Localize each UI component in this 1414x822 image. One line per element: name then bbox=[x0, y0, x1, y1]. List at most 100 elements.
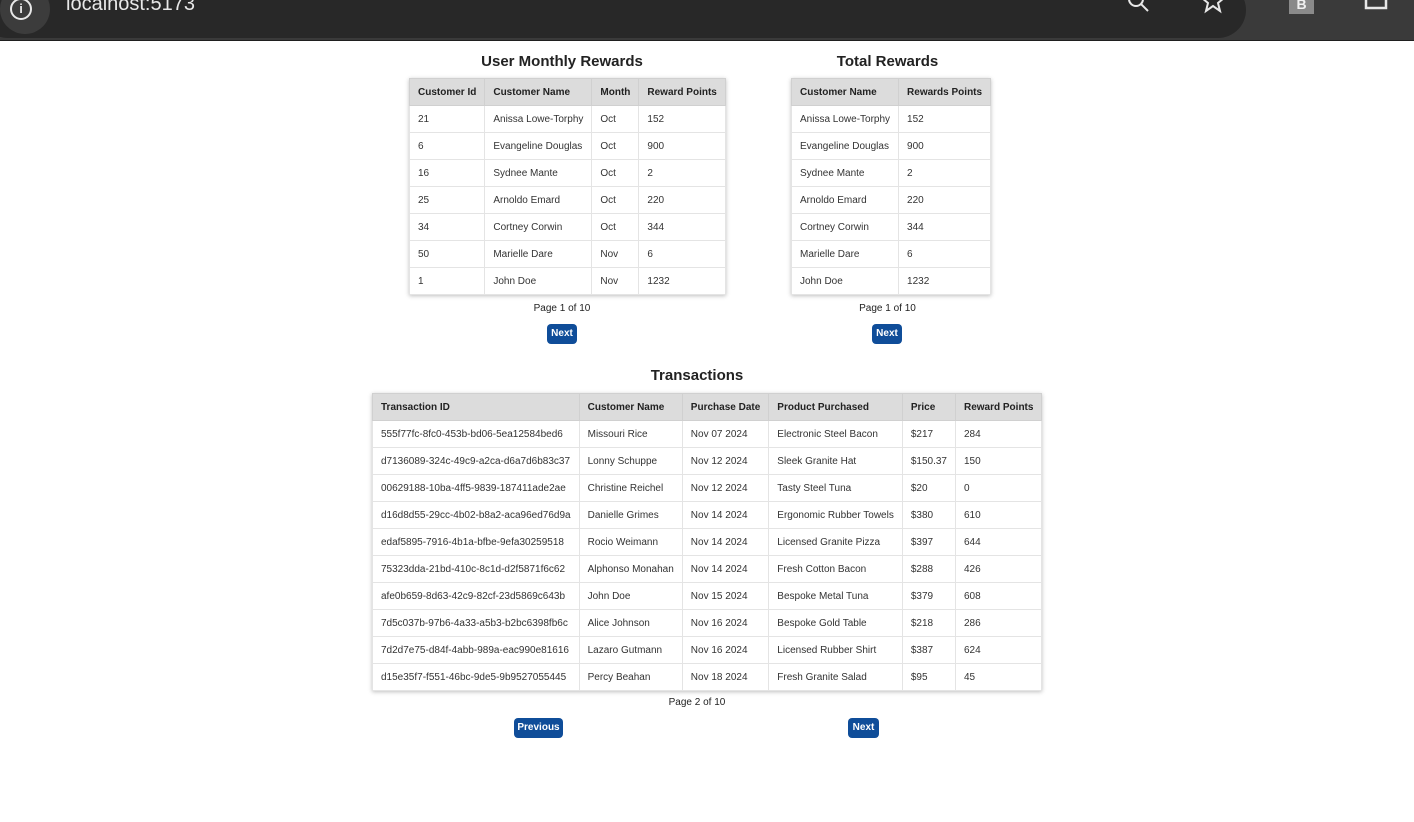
table-row: 34 Cortney Corwin Oct 344 bbox=[408, 213, 726, 241]
transactions-next-button[interactable]: Next bbox=[848, 718, 879, 738]
table-cell: 2 bbox=[638, 159, 726, 187]
profile-avatar[interactable]: B bbox=[1289, 0, 1314, 14]
monthly-rewards-table: Customer Id Customer Name Month Reward Poin… bbox=[408, 78, 726, 295]
table-cell: Oct bbox=[591, 213, 640, 241]
table-cell: 426 bbox=[954, 555, 1043, 583]
table-row: 50 Marielle Dare Nov 6 bbox=[408, 240, 726, 268]
table-cell: Nov 14 2024 bbox=[681, 555, 770, 583]
table-cell: d15e35f7-f551-46bc-9de5-9b9527055445 bbox=[372, 663, 580, 691]
info-icon: i bbox=[10, 0, 32, 20]
transactions-page-label: Page 2 of 10 bbox=[668, 697, 726, 708]
table-cell: 25 bbox=[408, 186, 486, 214]
table-row: 00629188-10ba-4ff5-9839-187411ade2ae Chri… bbox=[372, 474, 1043, 502]
table-row: Anissa Lowe-Torphy 152 bbox=[790, 105, 992, 133]
monthly-page-label: Page 1 of 10 bbox=[533, 303, 591, 314]
bookmark-star-icon[interactable] bbox=[1200, 0, 1226, 14]
table-row: 7d5c037b-97b6-4a33-a5b3-b2bc6398fb6c Alic… bbox=[372, 609, 1043, 637]
table-cell: Sydnee Mante bbox=[484, 159, 593, 187]
table-row: d7136089-324c-49c9-a2ca-d6a7d6b83c37 Lonn… bbox=[372, 447, 1043, 475]
table-cell: Ergonomic Rubber Towels bbox=[768, 501, 903, 529]
table-cell: 555f77fc-8fc0-453b-bd06-5ea12584bed6 bbox=[372, 420, 580, 448]
table-cell: 644 bbox=[954, 528, 1043, 556]
table-cell: Nov 07 2024 bbox=[681, 420, 770, 448]
column-header: Customer Id bbox=[408, 78, 486, 106]
table-cell: $217 bbox=[901, 420, 956, 448]
table-row: 6 Evangeline Douglas Oct 900 bbox=[408, 132, 726, 160]
table-cell: afe0b659-8d63-42c9-82cf-23d5869c643b bbox=[372, 582, 580, 610]
table-cell: Licensed Granite Pizza bbox=[768, 528, 903, 556]
table-cell: 900 bbox=[638, 132, 726, 160]
table-cell: Nov 16 2024 bbox=[681, 636, 770, 664]
table-cell: Arnoldo Emard bbox=[790, 186, 900, 214]
column-header: Reward Points bbox=[954, 393, 1043, 421]
table-header-row: Transaction ID Customer Name Purchase Date… bbox=[372, 393, 1043, 421]
table-cell: 610 bbox=[954, 501, 1043, 529]
table-cell: 220 bbox=[638, 186, 726, 214]
monthly-next-button[interactable]: Next bbox=[547, 324, 577, 344]
table-cell: Lonny Schuppe bbox=[578, 447, 683, 475]
table-cell: Nov bbox=[591, 267, 640, 295]
table-cell: Nov 16 2024 bbox=[681, 609, 770, 637]
column-header: Transaction ID bbox=[372, 393, 580, 421]
table-cell: 00629188-10ba-4ff5-9839-187411ade2ae bbox=[372, 474, 580, 502]
column-header: Purchase Date bbox=[681, 393, 770, 421]
table-cell: Nov 14 2024 bbox=[681, 501, 770, 529]
table-cell: $397 bbox=[901, 528, 956, 556]
table-cell: Oct bbox=[591, 105, 640, 133]
table-cell: 34 bbox=[408, 213, 486, 241]
table-cell: Evangeline Douglas bbox=[790, 132, 900, 160]
table-cell: 45 bbox=[954, 663, 1043, 691]
table-cell: Nov 14 2024 bbox=[681, 528, 770, 556]
table-row: John Doe 1232 bbox=[790, 267, 992, 295]
table-cell: 608 bbox=[954, 582, 1043, 610]
table-cell: 6 bbox=[638, 240, 726, 268]
total-next-button[interactable]: Next bbox=[872, 324, 902, 344]
table-cell: John Doe bbox=[578, 582, 683, 610]
table-header-row: Customer Name Rewards Points bbox=[790, 78, 992, 106]
transactions-table: Transaction ID Customer Name Purchase Date… bbox=[372, 393, 1043, 691]
table-cell: Nov 12 2024 bbox=[681, 474, 770, 502]
table-cell: 1232 bbox=[638, 267, 726, 295]
transactions-previous-button[interactable]: Previous bbox=[514, 718, 563, 738]
table-cell: Rocio Weimann bbox=[578, 528, 683, 556]
table-row: afe0b659-8d63-42c9-82cf-23d5869c643b John… bbox=[372, 582, 1043, 610]
table-cell: d7136089-324c-49c9-a2ca-d6a7d6b83c37 bbox=[372, 447, 580, 475]
search-icon[interactable] bbox=[1126, 0, 1152, 14]
column-header: Customer Name bbox=[578, 393, 683, 421]
table-cell: Missouri Rice bbox=[578, 420, 683, 448]
url-text[interactable]: localhost:5173 bbox=[66, 0, 195, 16]
table-cell: Cortney Corwin bbox=[484, 213, 593, 241]
table-row: Arnoldo Emard 220 bbox=[790, 186, 992, 214]
table-cell: 1 bbox=[408, 267, 486, 295]
table-cell: Bespoke Metal Tuna bbox=[768, 582, 903, 610]
table-cell: Percy Beahan bbox=[578, 663, 683, 691]
table-cell: $387 bbox=[901, 636, 956, 664]
table-cell: 75323dda-21bd-410c-8c1d-d2f5871f6c62 bbox=[372, 555, 580, 583]
table-cell: 344 bbox=[898, 213, 992, 241]
table-cell: Alphonso Monahan bbox=[578, 555, 683, 583]
table-cell: Bespoke Gold Table bbox=[768, 609, 903, 637]
table-row: Evangeline Douglas 900 bbox=[790, 132, 992, 160]
table-row: 21 Anissa Lowe-Torphy Oct 152 bbox=[408, 105, 726, 133]
table-cell: $218 bbox=[901, 609, 956, 637]
table-cell: 0 bbox=[954, 474, 1043, 502]
table-cell: 150 bbox=[954, 447, 1043, 475]
transactions-title: Transactions bbox=[650, 367, 744, 384]
table-cell: Oct bbox=[591, 186, 640, 214]
table-cell: $150.37 bbox=[901, 447, 956, 475]
table-cell: 286 bbox=[954, 609, 1043, 637]
table-cell: Licensed Rubber Shirt bbox=[768, 636, 903, 664]
table-cell: 21 bbox=[408, 105, 486, 133]
table-cell: 6 bbox=[898, 240, 992, 268]
table-cell: John Doe bbox=[790, 267, 900, 295]
table-cell: Cortney Corwin bbox=[790, 213, 900, 241]
table-row: 555f77fc-8fc0-453b-bd06-5ea12584bed6 Miss… bbox=[372, 420, 1043, 448]
table-cell: Nov 15 2024 bbox=[681, 582, 770, 610]
table-row: d15e35f7-f551-46bc-9de5-9b9527055445 Perc… bbox=[372, 663, 1043, 691]
table-row: 7d2d7e75-d84f-4abb-989a-eac990e81616 Laza… bbox=[372, 636, 1043, 664]
table-cell: 50 bbox=[408, 240, 486, 268]
table-cell: Marielle Dare bbox=[484, 240, 593, 268]
extensions-icon[interactable] bbox=[1362, 0, 1396, 16]
column-header: Month bbox=[591, 78, 640, 106]
column-header: Customer Name bbox=[484, 78, 593, 106]
